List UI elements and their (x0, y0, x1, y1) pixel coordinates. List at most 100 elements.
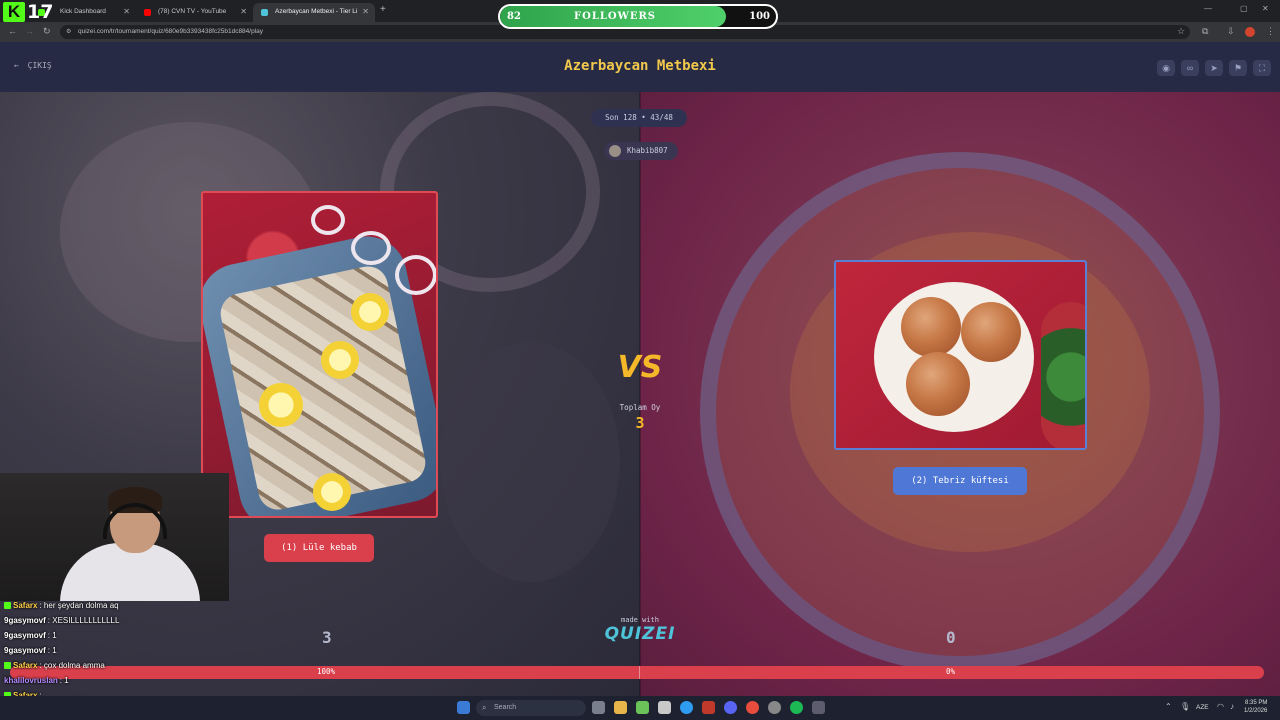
store-icon[interactable] (658, 701, 671, 714)
url-text: quizei.com/tr/tournament/quiz/680e9b3393… (78, 28, 264, 35)
chat-username[interactable]: khalilovruslan (4, 676, 58, 685)
search-icon: ⌕ (482, 703, 487, 712)
clock[interactable]: 8:35 PM 1/2/2026 (1244, 699, 1267, 715)
send-icon[interactable]: ➤ (1205, 60, 1223, 76)
profile-avatar[interactable] (1245, 27, 1255, 37)
extensions-icon[interactable]: ⧉ (1202, 26, 1208, 37)
chat-text: : her şeydan dolma aq (39, 601, 119, 610)
chat-message: 9gasymovf: 1 (4, 646, 57, 655)
creator-badge[interactable]: Khabib807 (604, 142, 678, 160)
site-info-icon[interactable]: ⚙ (66, 28, 71, 35)
reload-icon[interactable]: ↻ (43, 26, 51, 37)
mic-icon[interactable]: 🎙 (1180, 702, 1190, 711)
spotify-icon[interactable] (790, 701, 803, 714)
page-title: Azerbaycan Metbexi (564, 58, 716, 74)
chat-text: : çox dolma amma (39, 661, 105, 670)
taskbar-search[interactable]: ⌕ Search (476, 700, 586, 716)
followers-label: FOLLOWERS (574, 11, 656, 22)
fullscreen-icon[interactable]: ⛶ (1253, 60, 1271, 76)
chevron-up-icon[interactable]: ⌃ (1165, 702, 1172, 711)
language-indicator[interactable]: AZE (1196, 704, 1209, 711)
eye-icon[interactable]: ◉ (1157, 60, 1175, 76)
close-icon[interactable]: ✕ (240, 7, 247, 16)
widgets-icon[interactable] (457, 701, 470, 714)
chat-message: 9gasymovf: 1 (4, 631, 57, 640)
youtube-favicon-icon (144, 9, 151, 16)
quizei-favicon-icon (261, 9, 268, 16)
total-votes-value: 3 (635, 414, 645, 432)
tab-quizei[interactable]: Azerbaycan Metbexi - Tier List ✕ (253, 3, 375, 22)
file-explorer-icon[interactable] (614, 701, 627, 714)
chat-badge-icon (4, 602, 11, 610)
close-icon[interactable]: ✕ (362, 7, 369, 16)
choice-card-right[interactable] (834, 260, 1087, 450)
tab-label: Kick Dashboard (60, 8, 106, 15)
close-icon[interactable]: ✕ (123, 7, 130, 16)
chat-message: 9gasymovf: XESILLLLLLLLLLL (4, 616, 119, 625)
tab-label: Azerbaycan Metbexi - Tier List (275, 8, 357, 15)
volume-icon[interactable]: ♪ (1230, 702, 1234, 711)
result-center-marker (639, 666, 640, 679)
avatar (609, 145, 621, 157)
chat-badge-icon (4, 662, 11, 670)
chrome-icon[interactable] (680, 701, 693, 714)
round-badge: Son 128 • 43/48 (591, 109, 687, 127)
chat-username[interactable]: 9gasymovf (4, 631, 46, 640)
tab-label: (78) CVN TV - YouTube (158, 8, 227, 15)
app-icon[interactable] (702, 701, 715, 714)
followers-goal: 100 (749, 11, 770, 22)
link-icon[interactable]: ∞ (1181, 60, 1199, 76)
made-with-label: made with (621, 616, 659, 624)
chat-username[interactable]: Safarx (13, 601, 37, 610)
flag-icon[interactable]: ⚑ (1229, 60, 1247, 76)
app-icon[interactable] (636, 701, 649, 714)
choice-label-right[interactable]: (2) Tebriz küftesi (893, 467, 1027, 495)
chat-message: Safarx: her şeydan dolma aq (4, 601, 119, 610)
quiz-header: ← ÇIKIŞ Azerbaycan Metbexi ◉ ∞ ➤ ⚑ ⛶ (0, 42, 1280, 92)
downloads-icon[interactable]: ⇩ (1227, 26, 1235, 37)
clock-time: 8:35 PM (1245, 700, 1268, 706)
total-votes-label: Toplam Oy (619, 403, 661, 412)
stage-divider (639, 92, 641, 696)
chat-text: : XESILLLLLLLLLLL (47, 616, 120, 625)
new-tab-button[interactable]: + (380, 4, 386, 15)
right-percent: 0% (946, 667, 956, 676)
windows-taskbar: ⌕ Search ⌃ 🎙 AZE ◠ ♪ 8:35 PM 1/2/2026 (0, 696, 1280, 720)
tab-youtube[interactable]: (78) CVN TV - YouTube ✕ (136, 3, 253, 22)
bookmark-star-icon[interactable]: ☆ (1177, 26, 1185, 37)
clock-date: 1/2/2026 (1244, 708, 1268, 714)
chat-username[interactable]: 9gasymovf (4, 646, 46, 655)
followers-goal-bar: 82 FOLLOWERS 100 (498, 4, 778, 29)
chat-username[interactable]: 9gasymovf (4, 616, 46, 625)
obs-icon[interactable] (768, 701, 781, 714)
left-percent: 100% (317, 667, 336, 676)
back-icon[interactable]: ← (8, 26, 17, 36)
browser-icon[interactable] (746, 701, 759, 714)
vs-logo: VS (617, 350, 663, 385)
quizei-logo[interactable]: QUIZEI (600, 624, 680, 644)
discord-icon[interactable] (724, 701, 737, 714)
choice-card-left[interactable] (201, 191, 438, 518)
close-window-icon[interactable]: ✕ (1262, 4, 1269, 13)
chat-text: : 1 (47, 631, 57, 640)
maximize-icon[interactable]: ▢ (1240, 4, 1248, 13)
kick-viewer-count: 17 (27, 1, 54, 23)
choice-label-left[interactable]: (1) Lüle kebab (264, 534, 374, 562)
webcam-overlay (0, 473, 229, 601)
chat-username[interactable]: Safarx (13, 661, 37, 670)
app-icon[interactable] (812, 701, 825, 714)
forward-icon[interactable]: → (25, 26, 34, 36)
search-placeholder: Search (494, 704, 517, 711)
chat-text: : 1 (59, 676, 69, 685)
chat-message: khalilovruslan: 1 (4, 676, 69, 685)
menu-icon[interactable]: ⋮ (1266, 26, 1275, 37)
chat-message: Safarx: çox dolma amma (4, 661, 105, 670)
minimize-icon[interactable]: — (1204, 4, 1212, 13)
chat-text: : 1 (47, 646, 57, 655)
salad-image (1041, 302, 1085, 448)
right-score: 0 (946, 628, 956, 647)
kick-logo: K (3, 2, 25, 22)
creator-name: Khabib807 (627, 146, 668, 155)
task-view-icon[interactable] (592, 701, 605, 714)
wifi-icon[interactable]: ◠ (1217, 702, 1224, 711)
